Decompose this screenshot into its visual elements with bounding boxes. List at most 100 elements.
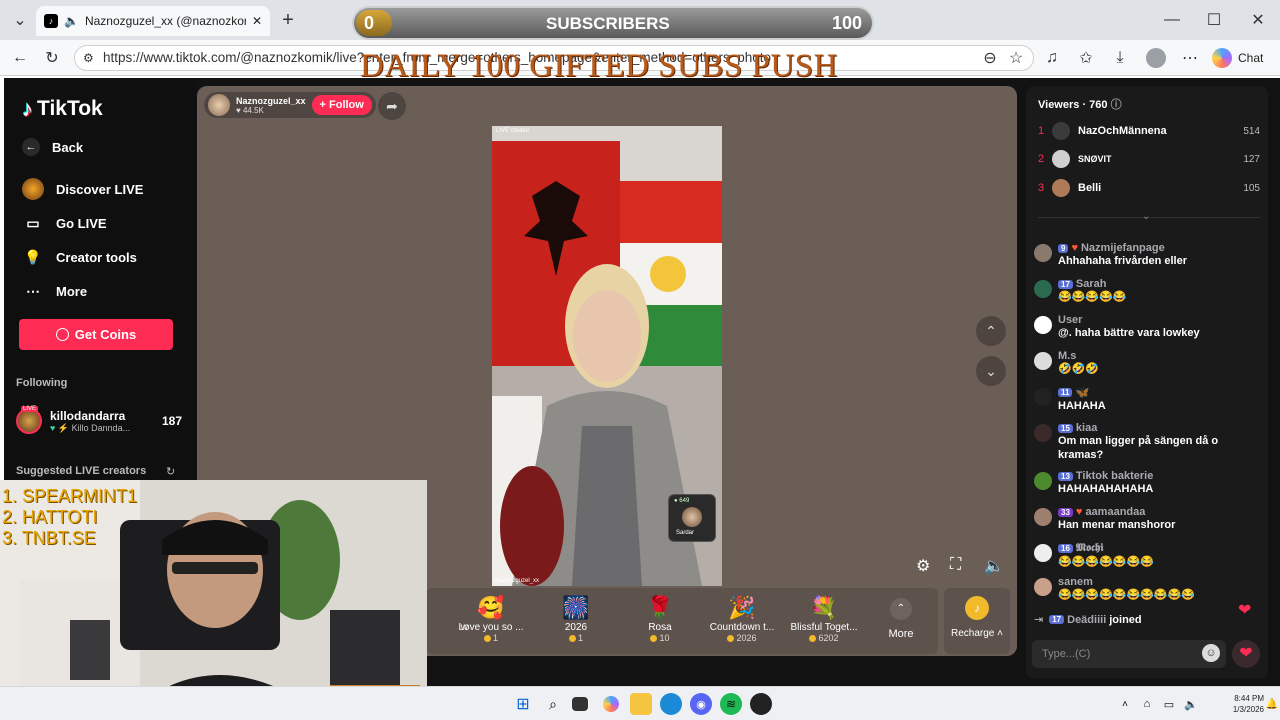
task-view-icon[interactable] <box>572 697 588 711</box>
sidebar-item-creator-tools[interactable]: 💡 Creator tools <box>22 246 137 268</box>
gift-price: 6202 <box>818 633 839 643</box>
share-icon[interactable]: ➦ <box>378 92 406 120</box>
speaker-icon[interactable]: 🔈 <box>1180 693 1202 715</box>
like-button[interactable]: ❤ <box>1232 640 1260 668</box>
chat-input[interactable]: Type...(C) ☺ <box>1032 640 1226 668</box>
notification-bell-icon[interactable]: 🔔 <box>1266 693 1278 715</box>
clock[interactable]: 8:44 PM 1/3/2026 <box>1220 693 1264 715</box>
sidebar-item-go-live[interactable]: ▭ Go LIVE <box>22 212 106 234</box>
gift-item[interactable]: 🥰 Love you so ... 1 <box>451 594 531 643</box>
settings-icon[interactable]: ⚙ <box>916 556 930 576</box>
caret-up-icon: ˄ <box>994 628 1003 639</box>
copilot-taskbar-icon[interactable] <box>600 693 622 715</box>
minimize-button[interactable]: — <box>1160 8 1184 32</box>
chat-message[interactable]: 16 𝕸𝖔𝖈𝖍𝖎 😂😂😂😂😂😂😂 <box>1034 542 1260 569</box>
streamer-info[interactable]: Naznozguzel_xx ♥ 44.5K + Follow <box>204 92 376 118</box>
following-count: 187 <box>161 414 182 428</box>
chat-message[interactable]: 13 Tiktok bakterie HAHAHAHAHAHA <box>1034 470 1260 496</box>
fullscreen-icon[interactable]: ⛶ <box>950 556 961 574</box>
level-badge: 11 <box>1058 388 1073 397</box>
favorite-star-icon[interactable]: ☆ <box>1004 46 1028 70</box>
guest-card[interactable]: ● 649 Sardar <box>668 494 716 542</box>
sidebar-item-label: More <box>56 283 88 299</box>
top-viewer-row[interactable]: 1 NazOchMännena 514 <box>1038 120 1260 142</box>
chat-message[interactable]: M.s 🤣🤣🤣 <box>1034 350 1260 376</box>
more-gifts-button[interactable]: ⌃ More <box>876 598 926 640</box>
discord-icon[interactable]: ◉ <box>690 693 712 715</box>
viewers-header[interactable]: Viewers · 760 ⓘ <box>1038 96 1122 112</box>
close-tab-icon[interactable]: ✕ <box>252 14 262 28</box>
network-icon[interactable]: ⌂ <box>1136 693 1158 715</box>
following-item[interactable]: LIVE killodandarra ♥ ⚡ Killo Dannda... 1… <box>16 404 182 438</box>
streamer-likes: 44.5K <box>242 105 264 115</box>
edge-icon[interactable] <box>660 693 682 715</box>
sidebar-item-back[interactable]: ← Back <box>22 138 83 156</box>
emoji-icon[interactable]: ☺ <box>1202 644 1220 662</box>
follow-button[interactable]: + Follow <box>311 95 372 115</box>
new-tab-button[interactable]: + <box>276 8 300 32</box>
sidebar-item-more[interactable]: ⋯ More <box>22 280 87 302</box>
start-icon[interactable]: ⊞ <box>512 693 534 715</box>
windows-taskbar: ⊞ ⌕ ◉ ≋ ˄ ⌂ ▭ 🔈 8:44 PM 1/3/2026 🔔 <box>0 686 1280 720</box>
chat-label: Chat <box>1238 51 1264 65</box>
file-explorer-icon[interactable] <box>630 693 652 715</box>
tiktok-logo[interactable]: ♪ TikTok <box>22 96 103 122</box>
gift-name: 2026 <box>564 622 588 633</box>
tab-list-icon[interactable]: ⌄ <box>8 8 32 32</box>
top-viewer-row[interactable]: 3 Belli 105 <box>1038 177 1260 199</box>
favorites-icon[interactable]: ✩ <box>1074 46 1098 70</box>
chat-message[interactable]: 33 ♥ aamaandaa Han menar manshoror <box>1034 506 1260 532</box>
viewer-name: Belli <box>1078 182 1102 194</box>
chat-username: Nazmijefanpage <box>1080 242 1165 254</box>
coin-icon <box>727 635 735 643</box>
profile-avatar-icon[interactable] <box>1144 46 1168 70</box>
gift-item[interactable]: 🎉 Countdown t... 2026 <box>702 594 782 643</box>
download-icon[interactable]: ⤓ <box>1108 46 1132 70</box>
more-gifts-label: More <box>888 628 914 640</box>
chat-text: 😂😂😂😂😂😂😂 <box>1058 556 1154 568</box>
expand-viewers-icon[interactable]: ⌄ <box>1142 211 1150 222</box>
back-button[interactable]: ← <box>8 46 32 70</box>
reload-button[interactable]: ↻ <box>40 46 64 70</box>
maximize-button[interactable]: ☐ <box>1202 8 1226 32</box>
fan-badge-icon: ♥ <box>1075 506 1083 518</box>
top-viewer-row[interactable]: 2 SNØVIT 127 <box>1038 148 1260 170</box>
gift-item[interactable]: 🎆 2026 1 <box>536 594 616 643</box>
next-stream-button[interactable]: ⌄ <box>976 356 1006 386</box>
search-icon[interactable]: ⌕ <box>542 693 564 715</box>
zoom-icon[interactable]: ⊖ <box>978 46 1002 70</box>
gift-item[interactable]: 🌹 Rosa 10 <box>620 594 700 643</box>
chat-message[interactable]: 11 🦋 HAHAHA <box>1034 386 1260 413</box>
audio-icon[interactable]: 🔈 <box>64 14 79 28</box>
site-info-icon[interactable]: ⚙ <box>83 46 94 70</box>
media-icon[interactable]: ♫ <box>1040 46 1064 70</box>
previous-stream-button[interactable]: ⌃ <box>976 316 1006 346</box>
chat-message[interactable]: 15 kiaa Om man ligger på sängen då o kram… <box>1034 422 1260 462</box>
gift-item[interactable]: 💐 Blissful Toget... 6202 <box>784 594 864 643</box>
chat-message[interactable]: User @. haha bättre vara lowkey <box>1034 314 1260 340</box>
tray-overflow-icon[interactable]: ˄ <box>1114 693 1136 715</box>
chat-text: 😂😂😂😂😂 <box>1058 291 1127 303</box>
obs-icon[interactable] <box>750 693 772 715</box>
coin-icon <box>809 635 817 643</box>
recharge-coin-icon: ♪ <box>965 596 989 620</box>
level-badge: 9 <box>1058 243 1069 253</box>
battery-icon[interactable]: ▭ <box>1158 693 1180 715</box>
chat-message[interactable]: 9 ♥ Nazmijefanpage Ahhahaha frivården elle… <box>1034 242 1260 268</box>
spotify-icon[interactable]: ≋ <box>720 693 742 715</box>
recharge-button[interactable]: ♪ Recharge ˄ <box>944 588 1010 654</box>
chat-message[interactable]: sanem 😂😂😂😂😂😂😂😂😂😂 <box>1034 576 1260 602</box>
refresh-icon[interactable]: ↻ <box>166 465 175 478</box>
volume-icon[interactable]: 🔈 <box>984 556 1004 576</box>
copilot-chat-button[interactable]: Chat <box>1212 46 1263 70</box>
sidebar-item-discover-live[interactable]: Discover LIVE <box>22 178 143 200</box>
menu-dots-icon[interactable]: ⋯ <box>1178 46 1202 70</box>
browser-tab[interactable]: ♪ 🔈 Naznozguzel_xx (@naznozkor ✕ <box>36 6 270 36</box>
date: 1/3/2026 <box>1232 705 1264 714</box>
viewers-count: 760 <box>1089 99 1108 111</box>
get-coins-button[interactable]: Get Coins <box>19 319 173 350</box>
fan-badge-icon: ♥ <box>1071 242 1078 254</box>
chat-message[interactable]: 17 Sarah 😂😂😂😂😂 <box>1034 278 1260 304</box>
chat-username: User <box>1058 314 1083 326</box>
close-window-button[interactable]: ✕ <box>1246 8 1270 32</box>
